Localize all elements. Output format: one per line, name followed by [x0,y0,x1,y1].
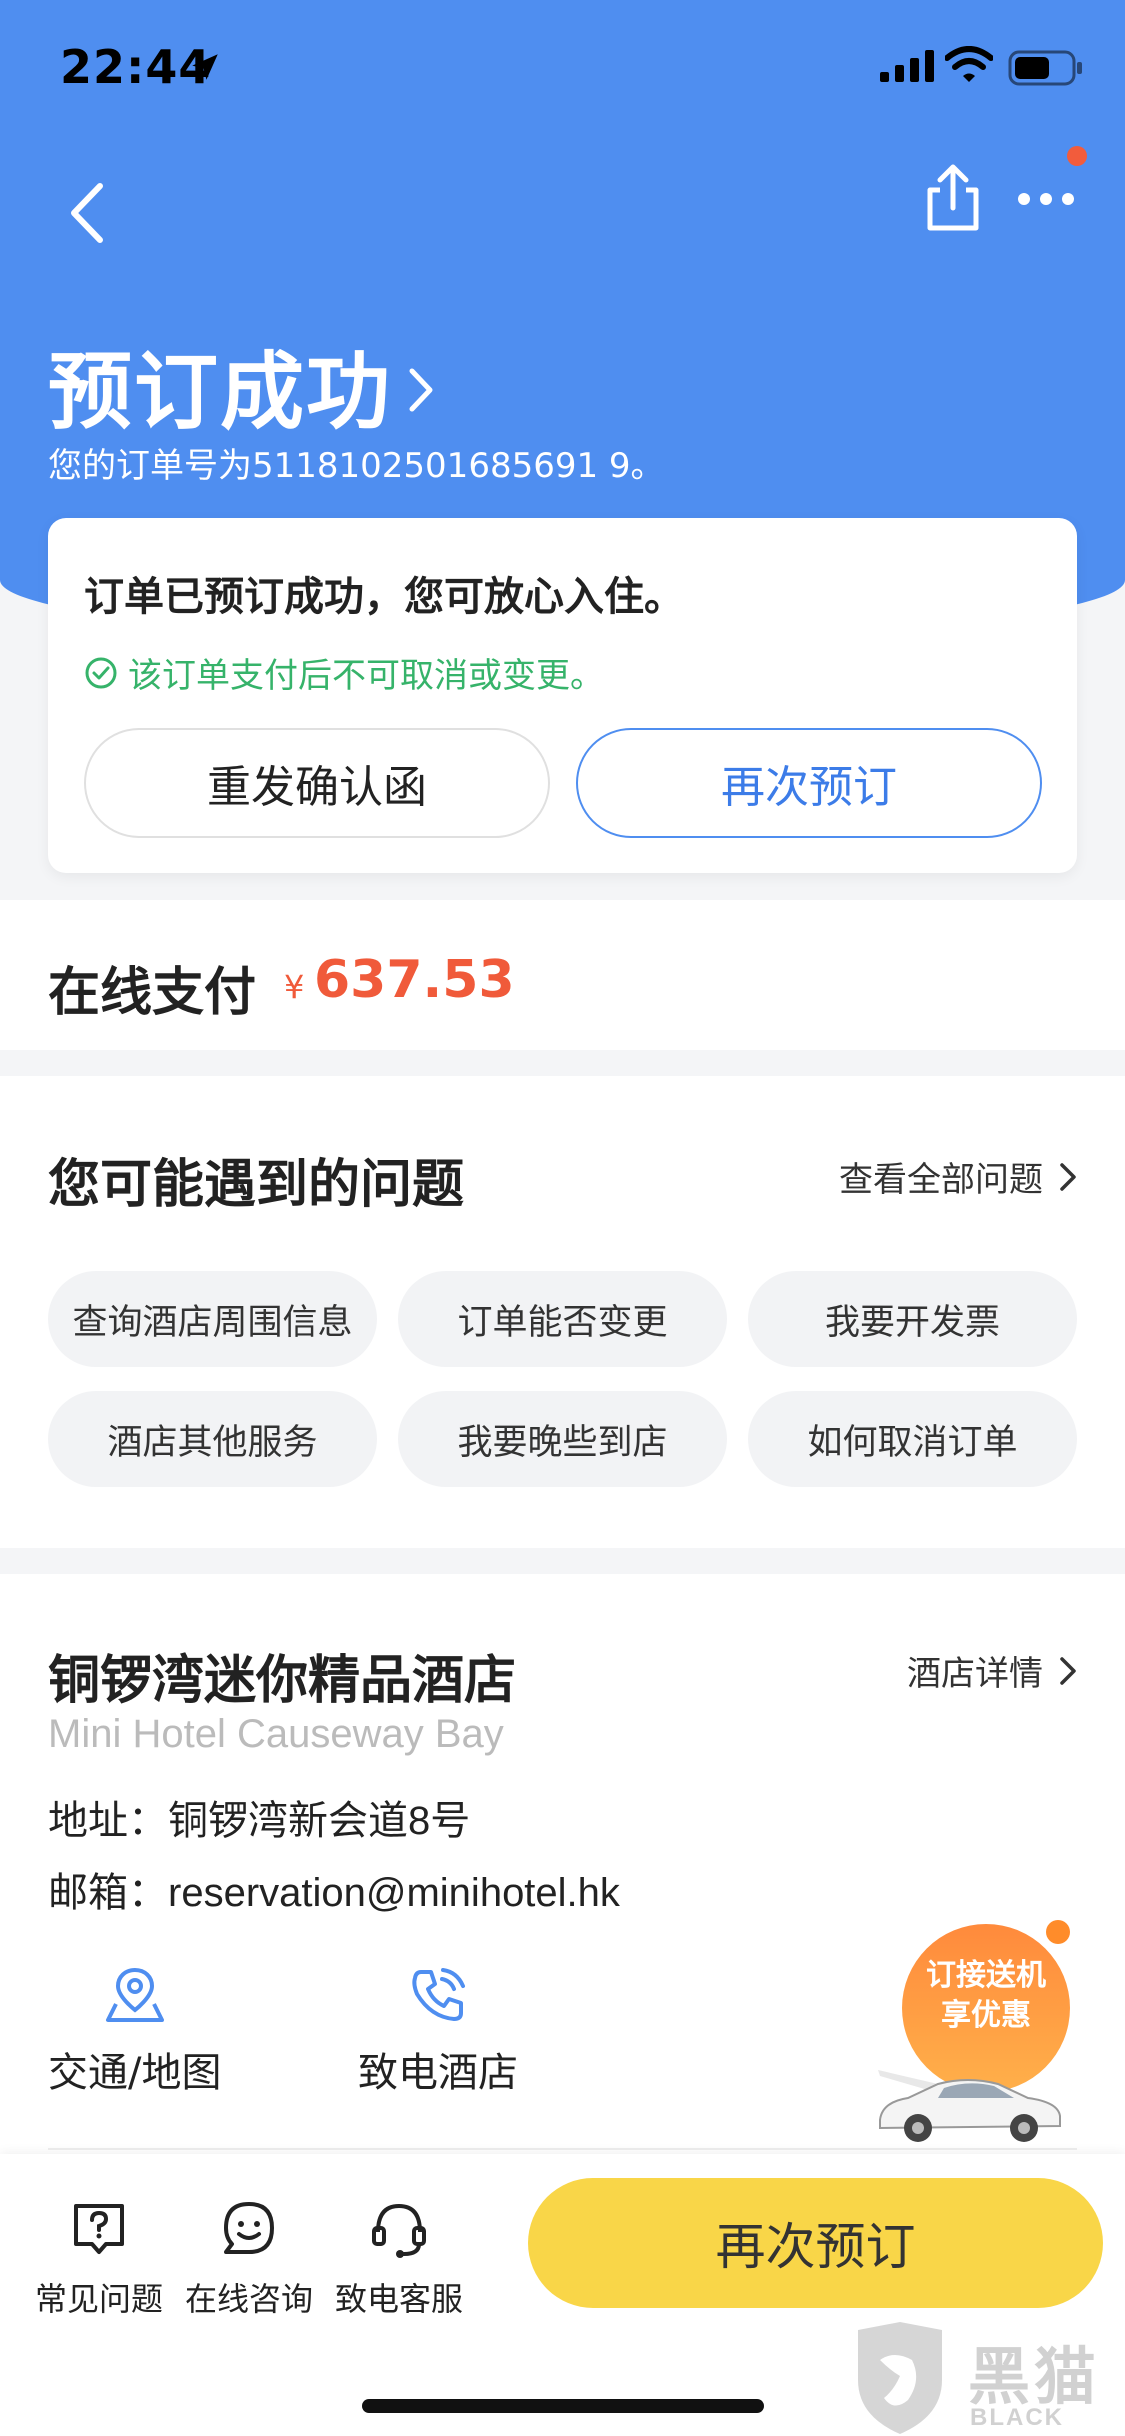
payment-section: 在线支付 ¥ 637.53 [0,900,1125,1050]
tab-online-consult-label: 在线咨询 [184,2280,313,2318]
chevron-right-icon [1060,1162,1076,1191]
faq-chip[interactable]: 我要晚些到店 [398,1391,727,1487]
rebook-button[interactable]: 再次预订 [576,728,1042,838]
cancellation-note-text: 该订单支付后不可取消或变更。 [128,656,604,696]
promo-text: 订接送机 享优惠 [902,1956,1070,2036]
status-card: 订单已预订成功，您可放心入住。 该订单支付后不可取消或变更。 重发确认函 再次预… [48,518,1077,873]
home-indicator[interactable] [362,2399,764,2413]
status-bar: 22:44 [0,0,1125,140]
hotel-detail-label: 酒店详情 [907,1654,1043,1694]
hotel-address: 地址：铜锣湾新会道8号 [48,1788,470,1846]
status-message: 订单已预订成功，您可放心入住。 [84,574,684,620]
car-icon [878,2070,1061,2142]
call-hotel-label: 致电酒店 [358,2050,518,2096]
email-label: 邮箱： [48,1870,168,1916]
headset-icon [372,2203,426,2258]
rebook-primary-button[interactable]: 再次预订 [528,2178,1103,2308]
tab-customer-service[interactable]: 致电客服 [324,2198,474,2320]
phone-icon [412,1968,465,2021]
chevron-right-icon [1060,1656,1076,1685]
faq-chip[interactable]: 订单能否变更 [398,1271,727,1367]
watermark-en: BLACK CAT [970,2404,1064,2436]
chevron-right-icon [409,368,433,411]
view-all-faq-link[interactable]: 查看全部问题 [839,1152,1077,1201]
faq-chip[interactable]: 我要开发票 [748,1271,1077,1367]
faq-title: 您可能遇到的问题 [48,1155,465,1215]
map-pin-icon [105,1967,164,2022]
tab-online-consult[interactable]: 在线咨询 [174,2198,324,2320]
wifi-icon [945,46,993,82]
battery-icon [1008,50,1082,86]
airport-transfer-promo[interactable]: 订接送机 享优惠 [868,1920,1080,2150]
cancellation-note: 该订单支付后不可取消或变更。 [84,648,604,697]
order-number: 您的订单号为5118102501685691 9。 [48,446,665,486]
promo-dot [1046,1920,1070,1944]
payment-label: 在线支付 [48,963,257,1023]
faq-chip[interactable]: 查询酒店周围信息 [48,1271,377,1367]
location-arrow-icon [192,54,218,80]
hotel-name-english: Mini Hotel Causeway Bay [48,1712,504,1756]
watermark-cn: 黑猫 [968,2340,1101,2413]
tab-faq[interactable]: 常见问题 [24,2198,174,2320]
more-icon[interactable] [1016,186,1076,212]
map-button[interactable]: 交通/地图 [48,1964,221,2098]
page-title: 预订成功 [48,343,393,441]
tab-customer-service-label: 致电客服 [334,2280,463,2318]
hotel-detail-link[interactable]: 酒店详情 [907,1646,1077,1695]
address-value: 铜锣湾新会道8号 [168,1799,471,1843]
black-cat-watermark: 黑猫 BLACK CAT [850,2320,1120,2436]
promo-line1: 订接送机 [926,1958,1046,1993]
hotel-email: 邮箱：reservation@minihotel.hk [48,1860,620,1918]
faq-chip-list: 查询酒店周围信息 订单能否变更 我要开发票 酒店其他服务 我要晚些到店 如何取消… [48,1271,1077,1487]
faq-chip[interactable]: 如何取消订单 [748,1391,1077,1487]
map-label: 交通/地图 [48,2050,222,2096]
faq-section: 您可能遇到的问题 查看全部问题 查询酒店周围信息 订单能否变更 我要开发票 酒店… [0,1076,1125,1548]
promo-line2: 享优惠 [941,1998,1031,2033]
email-value[interactable]: reservation@minihotel.hk [168,1871,620,1915]
payment-amount: 637.53 [314,950,515,1010]
check-circle-icon [85,657,117,688]
question-icon [74,2204,124,2254]
cellular-signal-icon [880,50,934,82]
tab-faq-label: 常见问题 [34,2280,163,2318]
payment-currency: ¥ [284,968,305,1006]
call-hotel-button[interactable]: 致电酒店 [358,1964,518,2098]
share-icon[interactable] [922,162,984,234]
back-icon[interactable] [62,178,112,248]
faq-chip[interactable]: 酒店其他服务 [48,1391,377,1487]
view-all-faq-label: 查看全部问题 [839,1160,1043,1200]
hotel-name: 铜锣湾迷你精品酒店 [48,1651,517,1711]
chat-smile-icon [224,2202,274,2254]
notification-dot [1067,146,1087,166]
address-label: 地址： [48,1798,168,1844]
cat-shield-logo-icon [858,2322,942,2434]
resend-confirmation-button[interactable]: 重发确认函 [84,728,550,838]
title-row[interactable]: 预订成功 [48,325,436,446]
